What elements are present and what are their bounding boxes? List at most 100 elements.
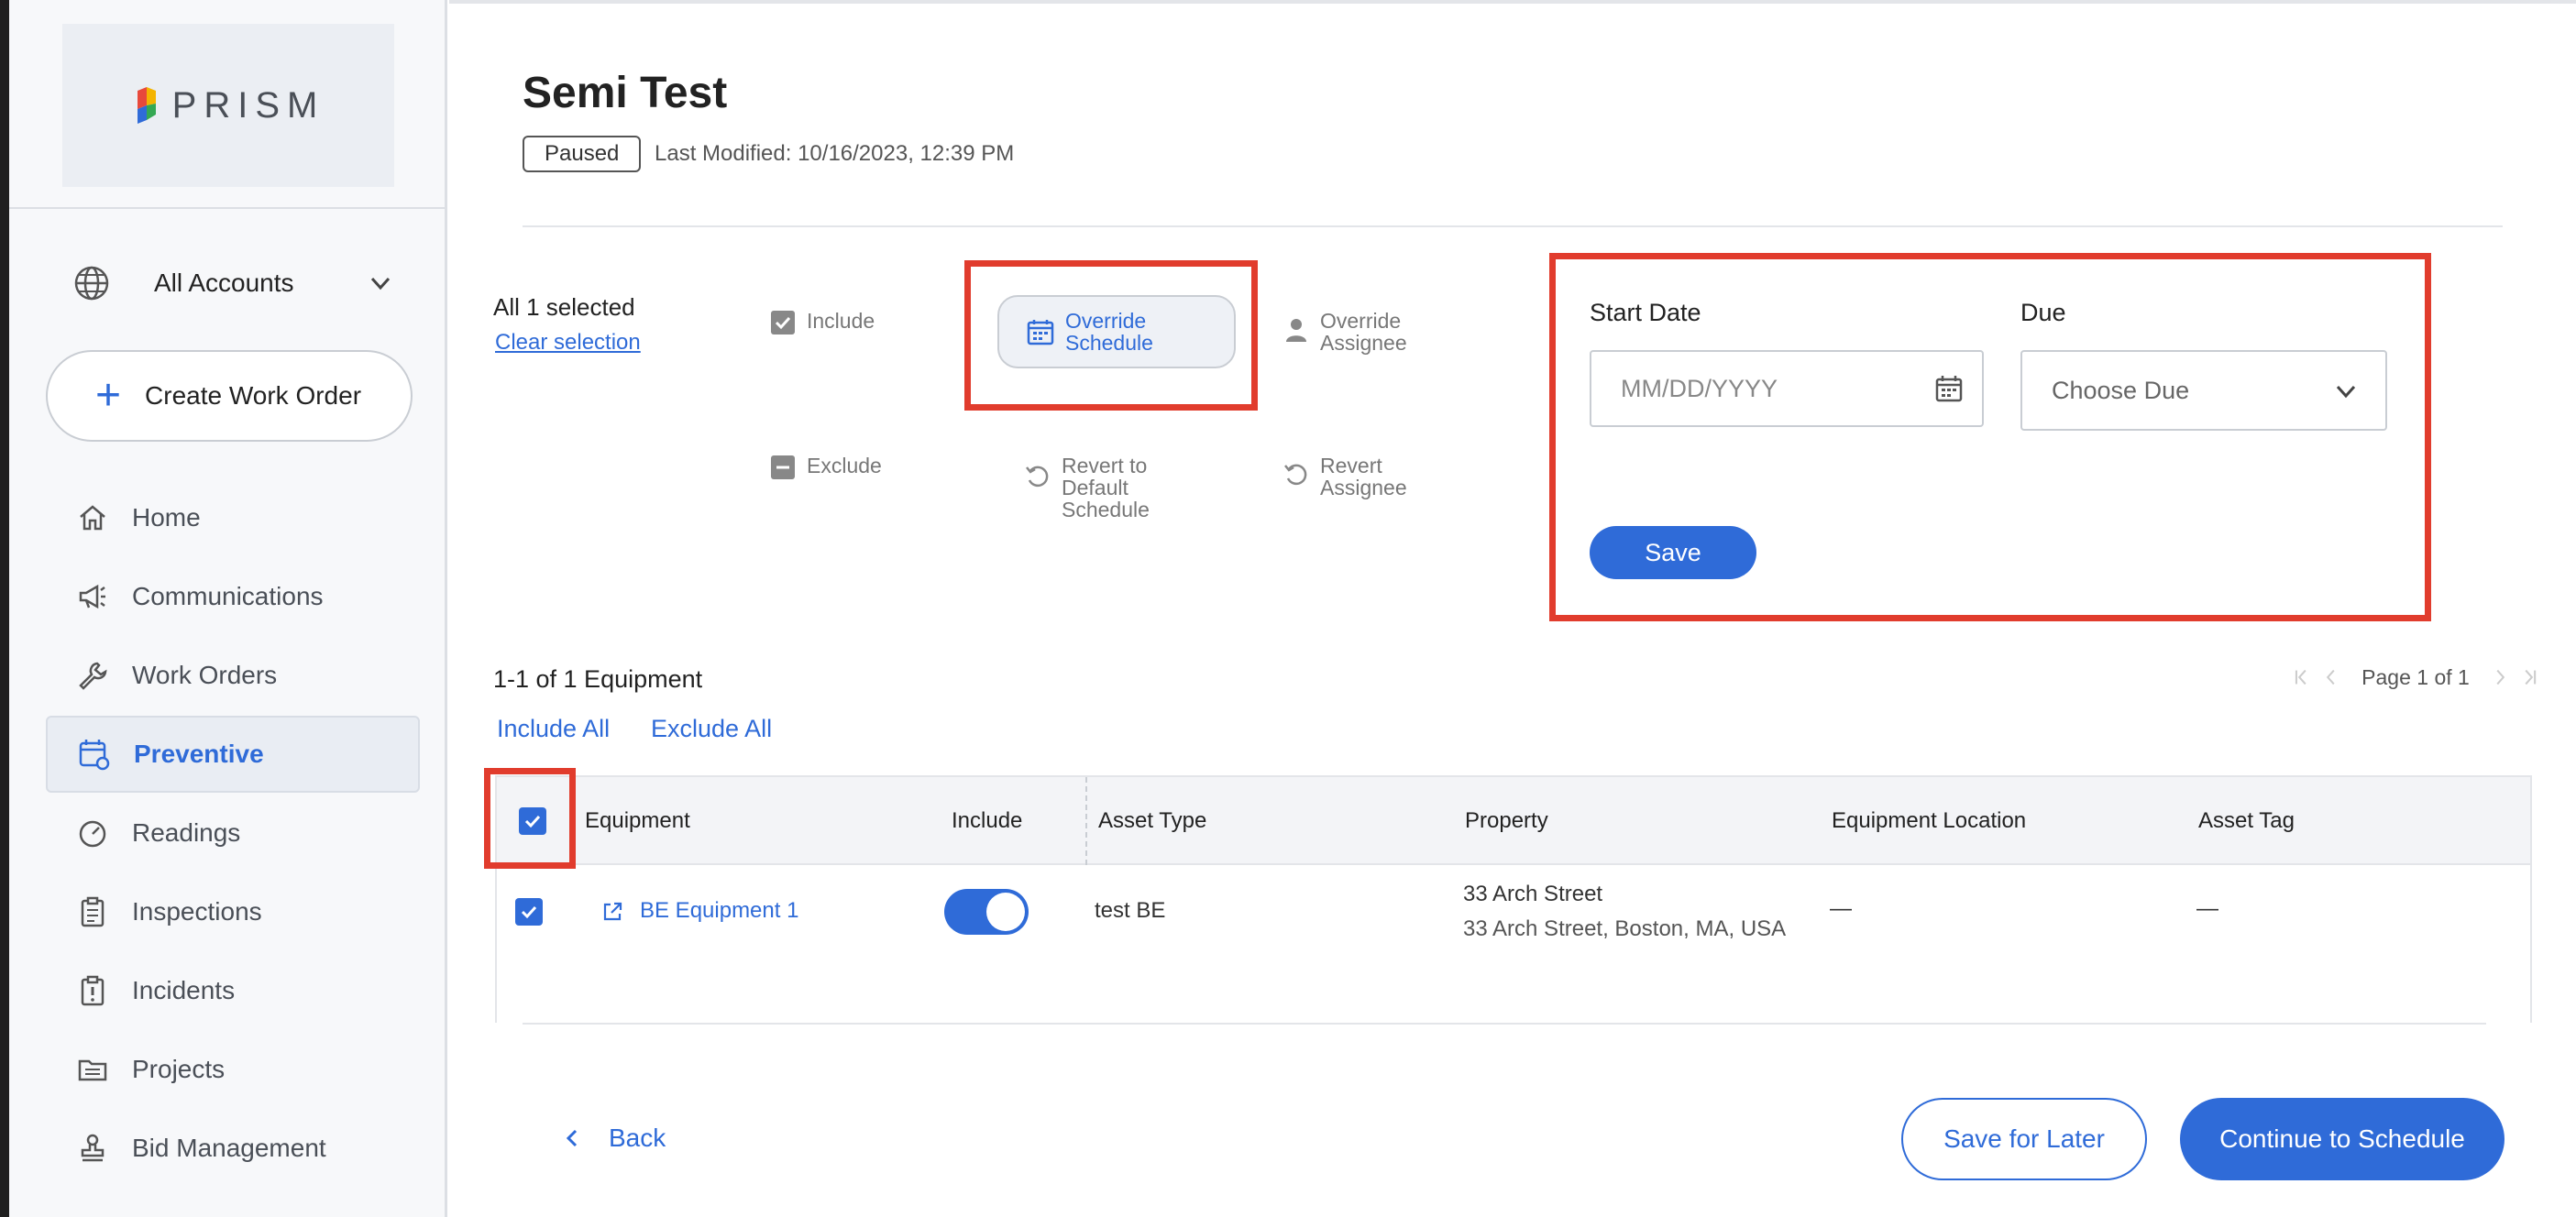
main-content: Semi Test Paused Last Modified: 10/16/20… <box>449 0 2576 1217</box>
status-badge: Paused <box>523 136 642 172</box>
sidebar-item-projects[interactable]: Projects <box>46 1031 420 1108</box>
save-for-later-button[interactable]: Save for Later <box>1901 1098 2147 1180</box>
revert-assignee-action[interactable]: Revert Assignee <box>1283 455 1407 499</box>
column-header-asset-tag[interactable]: Asset Tag <box>2198 808 2295 834</box>
chevron-down-icon <box>370 277 391 291</box>
row-checkbox[interactable] <box>515 898 543 926</box>
clipboard-icon <box>75 894 110 929</box>
sidebar-item-label: Bid Management <box>132 1134 326 1162</box>
globe-icon <box>74 266 109 301</box>
account-selector-label: All Accounts <box>154 269 294 297</box>
header-divider <box>523 225 2503 227</box>
include-all-link[interactable]: Include All <box>497 715 610 743</box>
sidebar-item-bid-management[interactable]: Bid Management <box>46 1110 420 1187</box>
column-header-equipment[interactable]: Equipment <box>585 808 690 834</box>
exclude-action-label: Exclude <box>807 454 882 477</box>
override-schedule-label-line: Override <box>1065 309 1147 333</box>
revert-schedule-label: Revert to Default Schedule <box>1062 455 1150 521</box>
exclude-action[interactable]: Exclude <box>770 455 882 480</box>
last-modified-text: Last Modified: 10/16/2023, 12:39 PM <box>655 141 1015 166</box>
checkbox-checked-icon <box>771 311 795 334</box>
window-edge <box>0 0 9 1217</box>
property-address-cell: 33 Arch Street, Boston, MA, USA <box>1463 916 1787 941</box>
calendar-icon <box>1027 320 1054 345</box>
stamp-icon <box>75 1131 110 1166</box>
alert-clipboard-icon <box>75 973 110 1008</box>
app-root: PRISM All Accounts + Create Work Order H… <box>0 0 2576 1217</box>
start-date-input[interactable] <box>1590 350 1984 427</box>
sidebar-item-label: Preventive <box>134 740 264 768</box>
sidebar-item-inspections[interactable]: Inspections <box>46 873 420 950</box>
asset-tag-cell: — <box>2196 896 2218 921</box>
sidebar: PRISM All Accounts + Create Work Order H… <box>9 0 447 1217</box>
override-schedule-label: Override Schedule <box>1065 310 1153 354</box>
override-assignee-label-line: Assignee <box>1320 331 1407 355</box>
create-work-order-button[interactable]: + Create Work Order <box>46 350 413 442</box>
sidebar-item-home[interactable]: Home <box>46 479 420 556</box>
sidebar-item-label: Projects <box>132 1055 226 1083</box>
exclude-all-link[interactable]: Exclude All <box>651 715 772 743</box>
external-link-icon[interactable] <box>601 901 623 923</box>
column-header-include[interactable]: Include <box>952 808 1022 834</box>
chevron-left-icon <box>566 1129 578 1147</box>
sidebar-item-label: Home <box>132 503 201 532</box>
column-header-equipment-location[interactable]: Equipment Location <box>1832 808 2026 834</box>
sidebar-item-work-orders[interactable]: Work Orders <box>46 637 420 714</box>
column-header-property[interactable]: Property <box>1465 808 1548 834</box>
revert-assignee-label-line: Assignee <box>1320 476 1407 499</box>
undo-icon <box>1284 464 1307 486</box>
calendar-icon[interactable] <box>1934 374 1964 403</box>
revert-schedule-action[interactable]: Revert to Default Schedule <box>1025 455 1150 521</box>
create-work-order-label: Create Work Order <box>145 381 362 410</box>
column-resize-handle[interactable] <box>1085 777 1087 865</box>
back-label: Back <box>609 1124 666 1152</box>
first-page-icon[interactable] <box>2292 664 2313 690</box>
last-page-icon[interactable] <box>2518 664 2539 690</box>
include-toggle[interactable] <box>944 889 1029 935</box>
sidebar-item-label: Readings <box>132 818 241 847</box>
account-selector[interactable]: All Accounts <box>73 260 394 306</box>
override-schedule-button[interactable]: Override Schedule <box>997 295 1236 368</box>
equipment-location-cell: — <box>1830 896 1852 921</box>
start-date-label: Start Date <box>1590 299 1701 326</box>
undo-icon <box>1026 466 1049 488</box>
toggle-knob <box>986 893 1025 931</box>
sidebar-item-label: Inspections <box>132 897 262 926</box>
equipment-name-link[interactable]: BE Equipment 1 <box>640 898 798 924</box>
due-label: Due <box>2020 299 2066 326</box>
back-button[interactable]: Back <box>563 1124 666 1153</box>
save-button[interactable]: Save <box>1590 526 1756 579</box>
revert-schedule-label-line: Default <box>1062 476 1128 499</box>
gauge-icon <box>75 816 110 850</box>
override-assignee-action[interactable]: Override Assignee <box>1283 310 1407 354</box>
prism-logo-icon <box>132 87 160 124</box>
property-name-cell: 33 Arch Street <box>1463 882 1603 906</box>
logo-text: PRISM <box>171 84 325 126</box>
page-indicator: Page 1 of 1 <box>2361 664 2470 689</box>
logo[interactable]: PRISM <box>62 24 394 187</box>
include-action[interactable]: Include <box>770 310 875 335</box>
person-icon <box>1286 319 1306 342</box>
prev-page-icon[interactable] <box>2320 664 2341 690</box>
next-page-icon[interactable] <box>2490 664 2511 690</box>
override-assignee-label-line: Override <box>1320 309 1402 333</box>
checkmark-icon <box>521 905 537 919</box>
include-action-label: Include <box>807 309 875 333</box>
sidebar-item-readings[interactable]: Readings <box>46 795 420 872</box>
sidebar-item-incidents[interactable]: Incidents <box>46 952 420 1029</box>
column-header-asset-type[interactable]: Asset Type <box>1098 808 1206 834</box>
chevron-down-icon <box>2336 385 2356 399</box>
override-assignee-label: Override Assignee <box>1320 310 1407 354</box>
sidebar-item-preventive[interactable]: Preventive <box>46 716 420 793</box>
sidebar-item-communications[interactable]: Communications <box>46 558 420 635</box>
sidebar-item-label: Work Orders <box>132 661 278 689</box>
select-all-checkbox[interactable] <box>519 807 546 835</box>
continue-to-schedule-button[interactable]: Continue to Schedule <box>2180 1098 2504 1180</box>
sidebar-item-label: Incidents <box>132 976 236 1004</box>
due-select-value: Choose Due <box>2052 376 2190 404</box>
clear-selection-link[interactable]: Clear selection <box>495 330 641 356</box>
due-select[interactable]: Choose Due <box>2020 350 2387 431</box>
page-title: Semi Test <box>523 69 728 117</box>
home-icon <box>75 500 110 535</box>
table-header: Equipment Include Asset Type Property Eq… <box>497 777 2530 865</box>
